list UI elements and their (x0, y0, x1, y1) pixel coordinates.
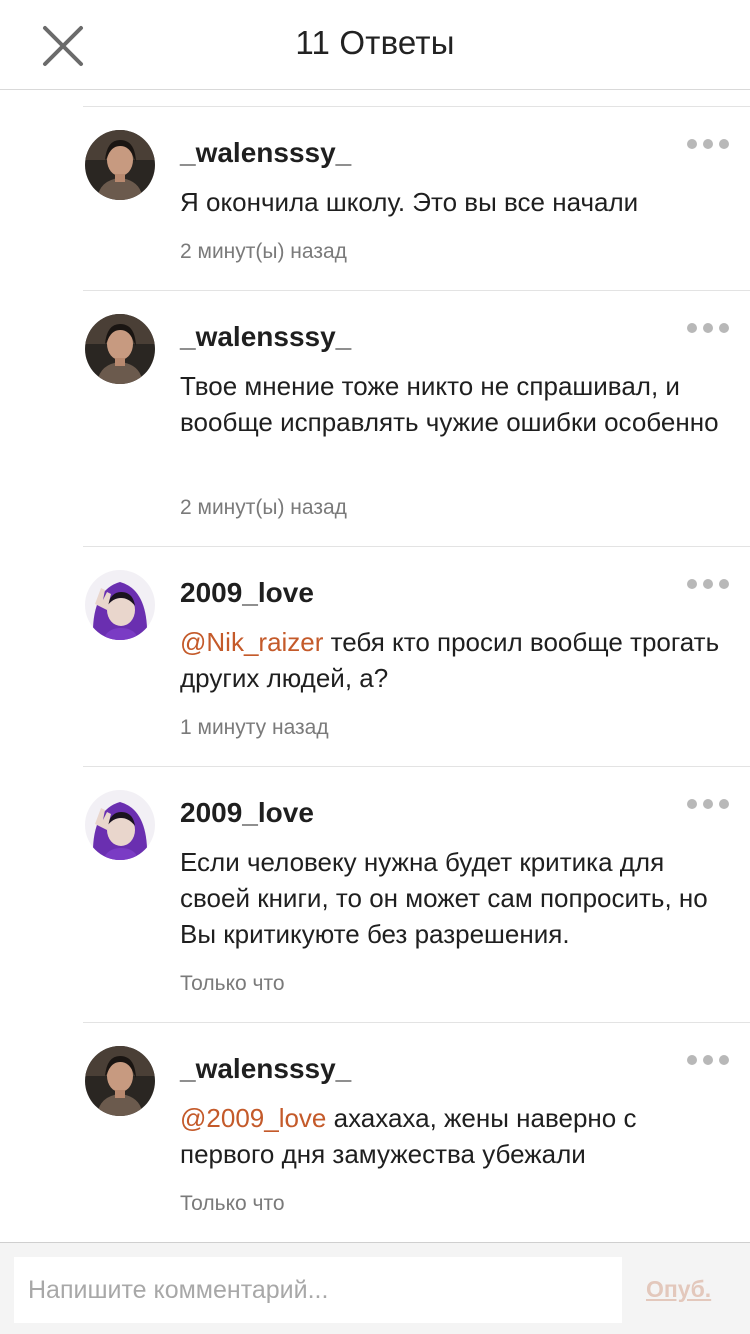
comment-body: Я окончила школу. Это вы все начали (180, 187, 639, 217)
avatar[interactable] (85, 1046, 155, 1116)
avatar[interactable] (85, 130, 155, 200)
comment-text: Твое мнение тоже никто не спрашивал, и в… (180, 368, 730, 440)
comment-body: Если человеку нужна будет критика для св… (180, 847, 708, 949)
avatar[interactable] (85, 570, 155, 640)
comment-mention[interactable]: @Nik_raizer (180, 627, 323, 657)
comment-username[interactable]: 2009_love (180, 577, 314, 609)
avatar-walensssy (85, 130, 155, 200)
comment-item: _walensssy_ Твое мнение тоже никто не сп… (0, 291, 750, 547)
comment-text: Если человеку нужна будет критика для св… (180, 844, 730, 952)
avatar-2009-love (85, 790, 155, 860)
avatar-walensssy (85, 1046, 155, 1116)
comment-composer: Опуб. (0, 1242, 750, 1334)
avatar-2009-love (85, 570, 155, 640)
comment-text: @Nik_raizer тебя кто просил вообще трога… (180, 624, 730, 696)
avatar[interactable] (85, 314, 155, 384)
comment-item: _walensssy_ @2009_love ахахаха, жены нав… (0, 1023, 750, 1242)
more-options-button[interactable] (686, 318, 730, 338)
header: 11 Ответы (0, 0, 750, 90)
comment-time: 2 минут(ы) назад (180, 240, 347, 263)
comment-body: Твое мнение тоже никто не спрашивал, и в… (180, 371, 719, 437)
comment-time: 2 минут(ы) назад (180, 496, 347, 519)
comment-input[interactable] (14, 1257, 622, 1323)
more-dots-icon (687, 139, 729, 149)
comment-item: _walensssy_ Я окончила школу. Это вы все… (0, 107, 750, 291)
more-options-button[interactable] (686, 794, 730, 814)
page-title: 11 Ответы (295, 24, 455, 61)
comment-username[interactable]: _walensssy_ (180, 137, 351, 169)
more-options-button[interactable] (686, 134, 730, 154)
comment-mention[interactable]: @2009_love (180, 1103, 326, 1133)
more-dots-icon (687, 1055, 729, 1065)
more-options-button[interactable] (686, 1050, 730, 1070)
more-dots-icon (687, 323, 729, 333)
comment-item: 2009_love Если человеку нужна будет крит… (0, 767, 750, 1023)
comment-time: 1 минуту назад (180, 716, 329, 739)
replies-list[interactable]: _walensssy_ Я окончила школу. Это вы все… (0, 90, 750, 1242)
comment-time: Только что (180, 972, 285, 995)
more-dots-icon (687, 799, 729, 809)
comment-username[interactable]: _walensssy_ (180, 1053, 351, 1085)
comment-time: Только что (180, 1192, 285, 1215)
publish-button[interactable]: Опуб. (646, 1276, 711, 1303)
comment-text: @2009_love ахахаха, жены наверно с перво… (180, 1100, 730, 1172)
comment-username[interactable]: _walensssy_ (180, 321, 351, 353)
more-dots-icon (687, 579, 729, 589)
avatar-walensssy (85, 314, 155, 384)
comment-username[interactable]: 2009_love (180, 797, 314, 829)
comment-item: 2009_love @Nik_raizer тебя кто просил во… (0, 547, 750, 767)
avatar[interactable] (85, 790, 155, 860)
more-options-button[interactable] (686, 574, 730, 594)
comment-text: Я окончила школу. Это вы все начали (180, 184, 730, 220)
